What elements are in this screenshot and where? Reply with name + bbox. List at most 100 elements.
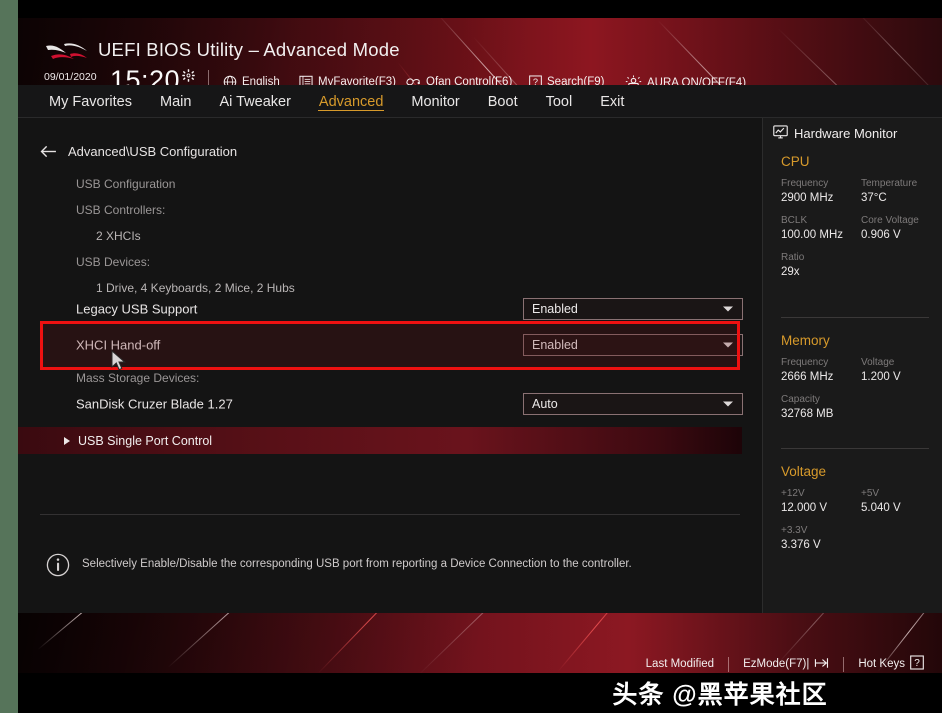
info-line-xhci-count: 2 XHCIs xyxy=(96,229,141,243)
hw-cell-key: +12V xyxy=(781,488,861,499)
hw-cell-value: 12.000 V xyxy=(781,502,861,514)
header-item-label: AURA ON/OFF(F4) xyxy=(647,77,746,86)
hw-cell-value: 2666 MHz xyxy=(781,371,861,383)
fan-icon xyxy=(405,75,421,85)
menu-item-label: USB Single Port Control xyxy=(78,434,212,448)
info-line-usb-devices: USB Devices: xyxy=(76,255,150,269)
footer-item-label: Last Modified xyxy=(646,658,714,670)
tab-ai-tweaker[interactable]: Ai Tweaker xyxy=(218,92,291,111)
arrow-box-icon xyxy=(814,656,829,673)
setting-label: XHCI Hand-off xyxy=(76,338,160,353)
tab-tool[interactable]: Tool xyxy=(545,92,574,111)
tab-monitor[interactable]: Monitor xyxy=(410,92,460,111)
gear-icon[interactable] xyxy=(182,69,195,82)
header-item-search[interactable]: ? Search(F9) xyxy=(529,75,605,85)
dropdown-xhci-hand-off[interactable]: Enabled xyxy=(523,334,743,356)
header-item-label: Qfan Control(F6) xyxy=(426,76,512,85)
info-icon xyxy=(46,553,70,577)
hw-section-grid: Frequency 2666 MHz Voltage 1.200 V Capac… xyxy=(781,357,941,431)
question-icon: ? xyxy=(529,75,542,85)
hw-cell-value: 5.040 V xyxy=(861,502,941,514)
hw-cell-key: Core Voltage xyxy=(861,215,941,226)
hw-section-title: Voltage xyxy=(781,464,941,479)
header-item-label: English xyxy=(242,76,280,85)
hw-cell-value: 3.376 V xyxy=(781,539,861,551)
hw-cell-key: Frequency xyxy=(781,178,861,189)
footer-item-hot-keys[interactable]: Hot Keys ? xyxy=(858,655,924,673)
tab-advanced[interactable]: Advanced xyxy=(318,92,385,111)
footer-divider xyxy=(728,657,729,672)
tab-list: My Favorites Main Ai Tweaker Advanced Mo… xyxy=(48,85,625,118)
hw-cell-value: 0.906 V xyxy=(861,229,941,241)
aura-icon xyxy=(625,75,642,85)
tab-exit[interactable]: Exit xyxy=(599,92,625,111)
hw-cell-mem-frequency: Frequency 2666 MHz xyxy=(781,357,861,383)
header-streak xyxy=(778,28,901,85)
back-arrow-icon[interactable] xyxy=(40,145,57,158)
dropdown-value: Enabled xyxy=(532,302,578,316)
footer-item-label: EzMode(F7)| xyxy=(743,658,809,670)
dropdown-sandisk-cruzer-blade[interactable]: Auto xyxy=(523,393,743,415)
rog-logo-icon xyxy=(44,40,90,66)
question-box-icon: ? xyxy=(910,655,924,673)
hw-cell-key: +5V xyxy=(861,488,941,499)
setting-row-sandisk-cruzer-blade[interactable]: SanDisk Cruzer Blade 1.27 Auto xyxy=(18,385,762,423)
hw-cell-frequency: Frequency 2900 MHz xyxy=(781,178,861,204)
header-item-english[interactable]: English xyxy=(223,75,280,85)
header-item-aura[interactable]: AURA ON/OFF(F4) xyxy=(625,75,746,85)
setting-label: Mass Storage Devices: xyxy=(76,371,199,385)
window-title: UEFI BIOS Utility – Advanced Mode xyxy=(98,39,400,61)
hw-cell-key: Temperature xyxy=(861,178,941,189)
page-root: UEFI BIOS Utility – Advanced Mode 09/01/… xyxy=(0,0,942,713)
sidebar-divider xyxy=(781,448,929,449)
hw-section-cpu: CPU Frequency 2900 MHz Temperature 37°C … xyxy=(781,154,941,289)
setting-row-legacy-usb-support[interactable]: Legacy USB Support Enabled xyxy=(18,290,762,328)
tab-boot[interactable]: Boot xyxy=(487,92,519,111)
date-text: 09/01/2020 xyxy=(44,72,97,83)
setting-label: Legacy USB Support xyxy=(76,302,197,317)
bios-window: UEFI BIOS Utility – Advanced Mode 09/01/… xyxy=(18,18,942,673)
footer-streak xyxy=(168,613,325,668)
chevron-down-icon xyxy=(723,343,733,348)
footer-item-ezmode[interactable]: EzMode(F7)| xyxy=(743,656,829,673)
tab-main[interactable]: Main xyxy=(159,92,192,111)
svg-text:?: ? xyxy=(533,77,538,85)
footer-bar: Last Modified EzMode(F7)| xyxy=(18,613,942,673)
setting-label: SanDisk Cruzer Blade 1.27 xyxy=(76,397,233,412)
document-icon xyxy=(299,75,313,85)
header-item-label: Search(F9) xyxy=(547,76,605,85)
hw-cell-key: Voltage xyxy=(861,357,941,368)
tab-my-favorites[interactable]: My Favorites xyxy=(48,92,133,111)
header-item-qfan[interactable]: Qfan Control(F6) xyxy=(405,75,512,85)
header-bar: UEFI BIOS Utility – Advanced Mode 09/01/… xyxy=(18,18,942,85)
header-item-myfavorite[interactable]: MyFavorite(F3) xyxy=(299,75,396,85)
globe-icon xyxy=(223,75,237,85)
hw-section-title: Memory xyxy=(781,333,941,348)
dropdown-value: Enabled xyxy=(532,338,578,352)
menu-item-usb-single-port-control[interactable]: USB Single Port Control xyxy=(18,427,742,454)
hw-cell-temperature: Temperature 37°C xyxy=(861,178,941,204)
hw-cell-capacity: Capacity 32768 MB xyxy=(781,394,861,420)
dropdown-legacy-usb-support[interactable]: Enabled xyxy=(523,298,743,320)
hw-cell-33v: +3.3V 3.376 V xyxy=(781,525,861,551)
sidebar-title-label: Hardware Monitor xyxy=(794,126,897,141)
footer-streak xyxy=(38,613,138,650)
hw-cell-value: 37°C xyxy=(861,192,941,204)
main-panel: Advanced\USB Configuration USB Configura… xyxy=(18,118,762,613)
footer-actions: Last Modified EzMode(F7)| xyxy=(646,655,924,673)
hw-cell-key: +3.3V xyxy=(781,525,861,536)
info-line-usb-configuration: USB Configuration xyxy=(76,177,175,191)
footer-item-last-modified[interactable]: Last Modified xyxy=(646,658,714,670)
footer-streak xyxy=(558,613,636,672)
hw-cell-value: 2900 MHz xyxy=(781,192,861,204)
watermark-text: 头条 @黑苹果社区 xyxy=(612,675,827,711)
chevron-down-icon xyxy=(723,402,733,407)
help-panel: Selectively Enable/Disable the correspon… xyxy=(40,514,762,613)
monitor-icon xyxy=(773,125,788,142)
hw-cell-key: BCLK xyxy=(781,215,861,226)
hw-cell-core-voltage: Core Voltage 0.906 V xyxy=(861,215,941,241)
hw-cell-12v: +12V 12.000 V xyxy=(781,488,861,514)
svg-text:?: ? xyxy=(914,658,920,669)
hw-section-grid: +12V 12.000 V +5V 5.040 V +3.3V 3.376 V xyxy=(781,488,941,562)
hw-section-voltage: Voltage +12V 12.000 V +5V 5.040 V +3.3V … xyxy=(781,464,941,562)
